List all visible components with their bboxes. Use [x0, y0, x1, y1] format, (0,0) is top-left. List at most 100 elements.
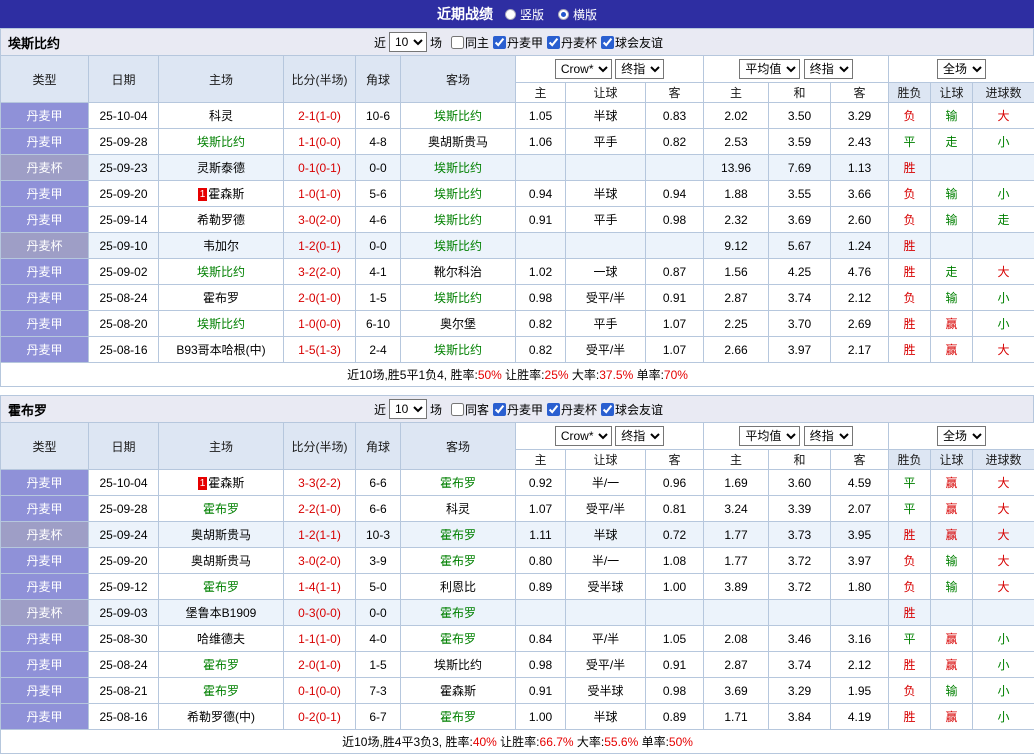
- result-handicap: 走: [931, 129, 973, 155]
- corner-score: 6-6: [356, 496, 401, 522]
- team-link[interactable]: 利恩比: [440, 580, 476, 594]
- team-link[interactable]: 霍布罗: [440, 476, 476, 490]
- team-link[interactable]: 灵斯泰德: [197, 161, 245, 175]
- team-link[interactable]: 霍森斯: [440, 684, 476, 698]
- league-checkbox[interactable]: [547, 36, 560, 49]
- team-link[interactable]: 埃斯比约: [434, 343, 482, 357]
- team-link[interactable]: 埃斯比约: [434, 658, 482, 672]
- layout-radio-horizontal[interactable]: 横版: [558, 6, 597, 23]
- team-link[interactable]: 奥胡斯贵马: [428, 135, 488, 149]
- result-goals: 大: [973, 259, 1034, 285]
- league-filter-option[interactable]: 球会友谊: [601, 34, 663, 51]
- average-stage-select[interactable]: 终指: [804, 426, 853, 446]
- match-count-select[interactable]: 10: [389, 399, 427, 419]
- match-count-select[interactable]: 10: [389, 32, 427, 52]
- team-link[interactable]: 埃斯比约: [434, 239, 482, 253]
- same-venue-checkbox[interactable]: [451, 36, 464, 49]
- home-team-cell: 希勒罗德: [159, 207, 284, 233]
- team-link[interactable]: 奥胡斯贵马: [191, 528, 251, 542]
- league-checkbox[interactable]: [547, 403, 560, 416]
- odds-provider-select[interactable]: Crow*: [555, 59, 612, 79]
- match-score: 0-1(0-0): [284, 678, 356, 704]
- league-filter-option[interactable]: 丹麦甲: [493, 401, 543, 418]
- team-link[interactable]: 霍布罗: [203, 684, 239, 698]
- team-link[interactable]: 希勒罗德(中): [187, 710, 255, 724]
- team-link[interactable]: 霍布罗: [203, 658, 239, 672]
- team-link[interactable]: 霍布罗: [440, 528, 476, 542]
- handicap-odds-line: 受平/半: [566, 337, 646, 363]
- league-checkbox[interactable]: [601, 36, 614, 49]
- result-handicap: [931, 233, 973, 259]
- team-link[interactable]: 堡鲁本B1909: [186, 606, 257, 620]
- competition-type: 丹麦杯: [1, 600, 89, 626]
- team-link[interactable]: 霍布罗: [203, 580, 239, 594]
- team-link[interactable]: 希勒罗德: [197, 213, 245, 227]
- team-link[interactable]: 韦加尔: [203, 239, 239, 253]
- team-link[interactable]: 靴尔科治: [434, 265, 482, 279]
- team-link[interactable]: 埃斯比约: [434, 109, 482, 123]
- team-link[interactable]: 埃斯比约: [434, 291, 482, 305]
- team-link[interactable]: 埃斯比约: [434, 187, 482, 201]
- league-filter-option[interactable]: 球会友谊: [601, 401, 663, 418]
- league-filter-option[interactable]: 丹麦甲: [493, 34, 543, 51]
- team-link[interactable]: 霍布罗: [440, 606, 476, 620]
- result-goals: 大: [973, 337, 1034, 363]
- handicap-odds-away: 1.05: [646, 626, 704, 652]
- league-label: 丹麦甲: [507, 401, 543, 418]
- team-link[interactable]: B93哥本哈根(中): [176, 343, 265, 357]
- league-filter-option[interactable]: 丹麦杯: [547, 401, 597, 418]
- avg-odds-away: 1.95: [831, 678, 889, 704]
- corner-score: 4-6: [356, 207, 401, 233]
- handicap-odds-line: [566, 155, 646, 181]
- team-link[interactable]: 霍布罗: [440, 632, 476, 646]
- team-link[interactable]: 埃斯比约: [197, 317, 245, 331]
- team-link[interactable]: 科灵: [446, 502, 470, 516]
- handicap-odds-home: 0.94: [516, 181, 566, 207]
- team-link[interactable]: 埃斯比约: [197, 265, 245, 279]
- team-link[interactable]: 霍森斯: [208, 476, 244, 490]
- team-link[interactable]: 霍布罗: [203, 291, 239, 305]
- layout-radio-vertical[interactable]: 竖版: [505, 6, 544, 23]
- team-link[interactable]: 科灵: [209, 109, 233, 123]
- results-body: 丹麦甲25-10-04科灵2-1(1-0)10-6埃斯比约1.05半球0.832…: [1, 103, 1034, 363]
- average-stage-select[interactable]: 终指: [804, 59, 853, 79]
- handicap-stage-select[interactable]: 终指: [615, 426, 664, 446]
- competition-type: 丹麦杯: [1, 155, 89, 181]
- handicap-stage-select[interactable]: 终指: [615, 59, 664, 79]
- away-team-cell: 霍布罗: [401, 470, 516, 496]
- team-link[interactable]: 埃斯比约: [434, 213, 482, 227]
- handicap-odds-line: 半/一: [566, 470, 646, 496]
- league-checkbox[interactable]: [493, 403, 506, 416]
- avg-odds-draw: 3.29: [769, 678, 831, 704]
- match-row: 丹麦甲25-08-24霍布罗2-0(1-0)1-5埃斯比约0.98受平/半0.9…: [1, 285, 1034, 311]
- subcol-handicap-away: 客: [646, 83, 704, 103]
- average-odds-select[interactable]: 平均值: [739, 426, 800, 446]
- team-link[interactable]: 埃斯比约: [434, 161, 482, 175]
- league-filter-option[interactable]: 丹麦杯: [547, 34, 597, 51]
- handicap-odds-home: 1.06: [516, 129, 566, 155]
- result-scope-select[interactable]: 全场: [937, 426, 986, 446]
- same-venue-checkbox[interactable]: [451, 403, 464, 416]
- home-team-cell: 霍布罗: [159, 652, 284, 678]
- team-link[interactable]: 霍布罗: [203, 502, 239, 516]
- team-link[interactable]: 霍森斯: [208, 187, 244, 201]
- team-link[interactable]: 奥尔堡: [440, 317, 476, 331]
- team-link[interactable]: 哈维德夫: [197, 632, 245, 646]
- average-odds-select[interactable]: 平均值: [739, 59, 800, 79]
- team-link[interactable]: 霍布罗: [440, 554, 476, 568]
- result-wdl: 负: [889, 285, 931, 311]
- team-link[interactable]: 霍布罗: [440, 710, 476, 724]
- league-checkbox[interactable]: [493, 36, 506, 49]
- competition-type: 丹麦杯: [1, 233, 89, 259]
- same-venue-option[interactable]: 同客: [451, 401, 489, 418]
- result-scope-select[interactable]: 全场: [937, 59, 986, 79]
- league-checkbox[interactable]: [601, 403, 614, 416]
- same-venue-option[interactable]: 同主: [451, 34, 489, 51]
- odds-provider-select[interactable]: Crow*: [555, 426, 612, 446]
- result-goals: 走: [973, 207, 1034, 233]
- away-team-cell: 埃斯比约: [401, 652, 516, 678]
- team-link[interactable]: 埃斯比约: [197, 135, 245, 149]
- avg-odds-away: 1.13: [831, 155, 889, 181]
- team-link[interactable]: 奥胡斯贵马: [191, 554, 251, 568]
- home-team-cell: 希勒罗德(中): [159, 704, 284, 730]
